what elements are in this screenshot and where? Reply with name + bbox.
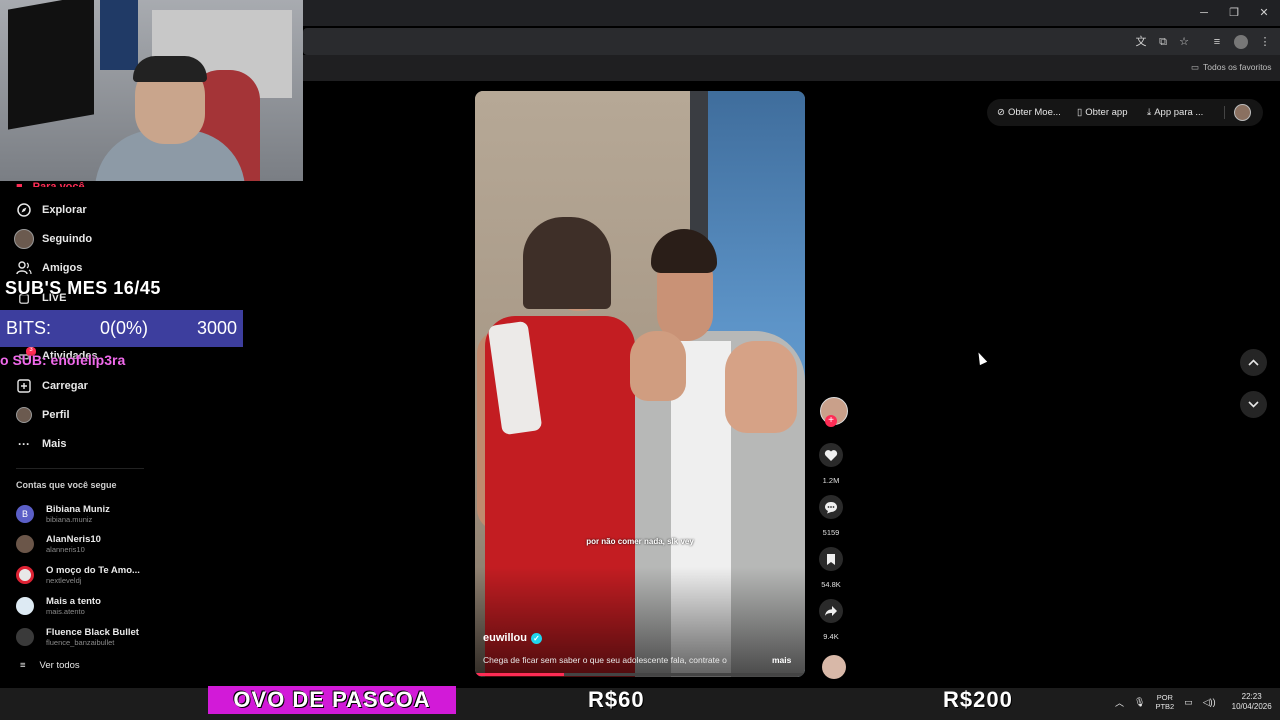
like-count: 1.2M: [822, 476, 840, 485]
music-disc[interactable]: [822, 655, 846, 679]
close-icon[interactable]: ✕: [1257, 6, 1271, 20]
share-count: 9.4K: [823, 632, 839, 641]
comment-icon: [825, 501, 837, 513]
nav-seguindo[interactable]: Seguindo: [14, 229, 92, 249]
account-item[interactable]: Fluence Black Bullet fluence_banzaibullet: [16, 625, 139, 649]
webcam-overlay: [0, 0, 303, 181]
divider: [16, 468, 144, 469]
get-app-button[interactable]: ▯ Obter app: [1077, 106, 1127, 119]
get-coins-button[interactable]: ⊘ Obter Moe...: [997, 106, 1061, 119]
nav-carregar[interactable]: Carregar: [16, 376, 88, 396]
desktop-app-button[interactable]: ⤓ App para ...: [1147, 106, 1203, 119]
video-subtitle: por não comer nada, slk vey: [586, 537, 694, 546]
more-link[interactable]: mais: [772, 655, 791, 665]
chevron-down-icon: [1248, 401, 1259, 408]
previous-video-button[interactable]: [1240, 349, 1267, 376]
nav-mais[interactable]: ··· Mais: [16, 434, 66, 454]
avatar: [16, 597, 34, 615]
more-icon: ···: [18, 437, 30, 451]
chevron-up-icon: [1248, 359, 1259, 366]
list-icon: ≡: [20, 660, 26, 671]
verified-icon: ✓: [531, 632, 542, 644]
speaker-icon[interactable]: ◁)): [1203, 697, 1216, 708]
bookmarks-folder[interactable]: ▭ Todos os favoritos: [1191, 60, 1272, 74]
video-description: Chega de ficar sem saber o que seu adole…: [483, 655, 727, 665]
coin-icon: ⊘: [997, 107, 1005, 118]
follow-plus-icon[interactable]: +: [825, 415, 837, 427]
account-item[interactable]: AlanNeris10 alanneris10: [16, 532, 101, 556]
upload-icon: [16, 378, 32, 394]
comment-button[interactable]: [819, 495, 843, 519]
nav-amigos[interactable]: Amigos: [16, 258, 82, 278]
divider: [1224, 106, 1225, 119]
profile-icon[interactable]: [1234, 35, 1248, 49]
restore-icon[interactable]: ❐: [1227, 6, 1241, 20]
nav-for-you[interactable]: ■ Para você: [16, 181, 85, 187]
bits-goal-bar: BITS: 0(0%) 3000: [0, 310, 243, 347]
phone-icon: ▯: [1077, 107, 1083, 118]
progress-fill: [475, 673, 565, 676]
bookmark-icon: [827, 553, 835, 565]
kebab-menu-icon[interactable]: ⋮: [1258, 35, 1272, 49]
home-icon: ■: [16, 181, 23, 187]
nav-perfil[interactable]: Perfil: [16, 405, 70, 425]
last-sub: o SUB: enofelip3ra: [0, 352, 126, 368]
bits-value: 0(0%): [100, 318, 149, 338]
easter-egg-banner: OVO DE PASCOA: [208, 686, 456, 714]
bits-target: 3000: [196, 318, 237, 338]
avatar: [16, 566, 34, 584]
next-video-button[interactable]: [1240, 391, 1267, 418]
compass-icon: [16, 202, 32, 218]
account-item[interactable]: O moço do Te Amo... nextleveldj: [16, 563, 140, 587]
video-player[interactable]: por não comer nada, slk vey euwillou ✓ C…: [475, 91, 805, 677]
account-item[interactable]: Mais a tento mais.atento: [16, 594, 101, 618]
see-all-link[interactable]: ≡ Ver todos: [20, 660, 80, 671]
share-button[interactable]: [819, 599, 843, 623]
media-icon[interactable]: ≡: [1210, 35, 1224, 49]
avatar: B: [16, 505, 34, 523]
video-author[interactable]: euwillou ✓: [483, 632, 542, 644]
progress-bar[interactable]: [475, 673, 805, 676]
price-1: R$60: [588, 687, 645, 712]
nav-explorar[interactable]: Explorar: [16, 200, 87, 220]
share-icon: [825, 606, 837, 616]
avatar: [16, 407, 32, 423]
account-item[interactable]: B Bibiana Muniz bibiana.muniz: [16, 502, 110, 526]
heart-icon: [824, 449, 838, 461]
system-tray: ︿ 🎙︎ POR PTB2 ▭ ◁)) 22:23 10/04/2026: [1115, 692, 1272, 712]
microphone-icon[interactable]: 🎙︎: [1134, 697, 1145, 708]
star-icon[interactable]: ☆: [1177, 35, 1191, 49]
bookmarks-bar: [303, 55, 1280, 81]
like-button[interactable]: [819, 443, 843, 467]
following-title: Contas que você segue: [16, 480, 117, 490]
download-icon: ⤓: [1147, 107, 1152, 118]
comment-count: 5159: [822, 528, 840, 537]
save-button[interactable]: [819, 547, 843, 571]
avatar: [14, 229, 34, 249]
language-indicator[interactable]: POR PTB2: [1155, 693, 1174, 711]
minimize-icon[interactable]: ─: [1197, 6, 1211, 20]
folder-icon: ▭: [1191, 61, 1200, 72]
avatar: [16, 628, 34, 646]
price-2: R$200: [943, 687, 1013, 712]
bits-label: BITS:: [6, 318, 52, 338]
mouse-cursor: [974, 350, 988, 366]
avatar: [16, 535, 34, 553]
avatar[interactable]: [1234, 104, 1251, 121]
clock[interactable]: 22:23 10/04/2026: [1232, 692, 1272, 712]
subs-goal: SUB'S MES 16/45: [5, 278, 161, 298]
cast-icon[interactable]: ⧉: [1156, 35, 1170, 49]
save-count: 54.8K: [821, 580, 841, 589]
chevron-up-icon[interactable]: ︿: [1115, 696, 1124, 709]
friends-icon: [16, 260, 32, 276]
translate-icon[interactable]: 文: [1134, 35, 1148, 49]
network-icon[interactable]: ▭: [1184, 697, 1193, 708]
